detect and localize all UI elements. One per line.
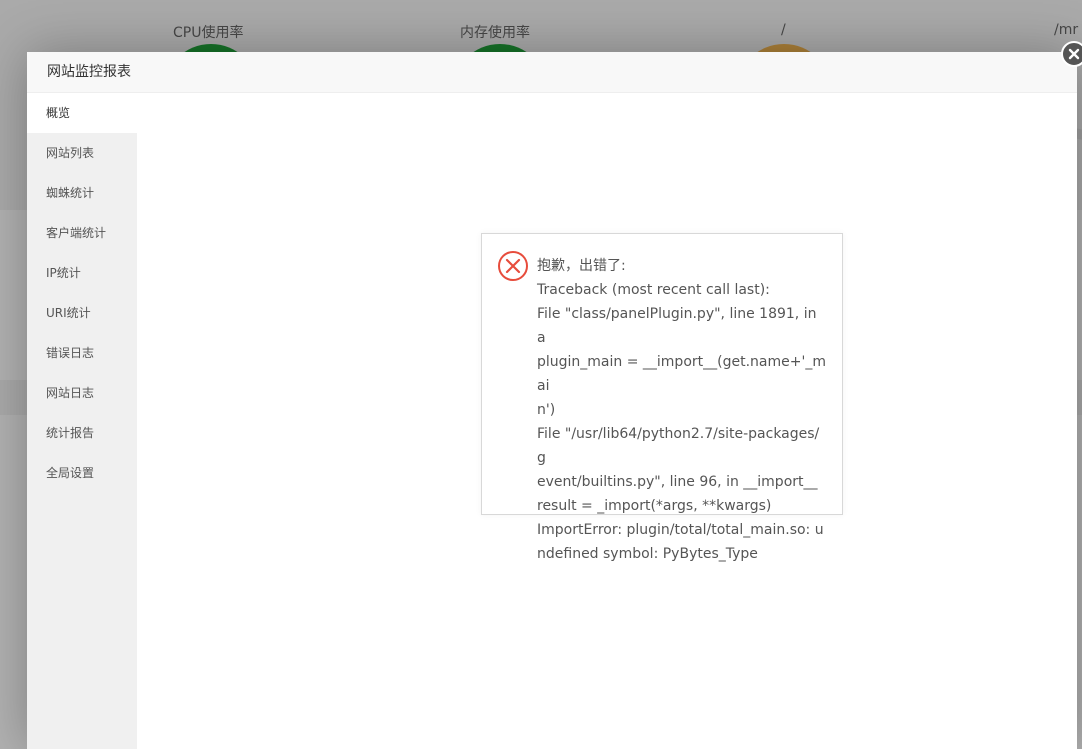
sidebar-item-error-log[interactable]: 错误日志: [27, 333, 137, 373]
close-button[interactable]: [1061, 41, 1082, 67]
modal-title: 网站监控报表: [27, 52, 1077, 93]
error-trace-line: plugin_main = __import__(get.name+'_mai: [537, 354, 826, 394]
error-trace-line: event/builtins.py", line 96, in __import…: [537, 474, 818, 490]
sidebar-item-stats-report[interactable]: 统计报告: [27, 413, 137, 453]
sidebar-item-ip-stats[interactable]: IP统计: [27, 253, 137, 293]
error-message-box: 抱歉，出错了: Traceback (most recent call last…: [481, 233, 843, 562]
error-trace-line: ImportError: plugin/total/total_main.so:…: [537, 522, 824, 538]
sidebar-item-site-list[interactable]: 网站列表: [27, 133, 137, 173]
error-trace-line: Traceback (most recent call last):: [537, 282, 770, 298]
sidebar-item-uri-stats[interactable]: URI统计: [27, 293, 137, 333]
error-circle-x-icon: [498, 251, 528, 281]
modal-content: 抱歉，出错了: Traceback (most recent call last…: [137, 93, 1077, 749]
sidebar-item-site-log[interactable]: 网站日志: [27, 373, 137, 413]
error-trace-line: File "class/panelPlugin.py", line 1891, …: [537, 306, 817, 346]
site-monitor-report-modal: 网站监控报表 概览 网站列表 蜘蛛统计 客户端统计 IP统计 URI统计 错误日…: [27, 52, 1077, 749]
error-trace-line: ndefined symbol: PyBytes_Type: [537, 546, 758, 562]
close-icon: [1068, 48, 1080, 60]
sidebar-item-global-settings[interactable]: 全局设置: [27, 453, 137, 493]
sidebar-item-spider-stats[interactable]: 蜘蛛统计: [27, 173, 137, 213]
error-message-text: 抱歉，出错了: Traceback (most recent call last…: [537, 254, 827, 566]
sidebar-item-overview[interactable]: 概览: [27, 93, 137, 133]
error-trace-line: n'): [537, 402, 556, 418]
sidebar-item-client-stats[interactable]: 客户端统计: [27, 213, 137, 253]
error-trace-line: result = _import(*args, **kwargs): [537, 498, 772, 514]
error-trace-line: File "/usr/lib64/python2.7/site-packages…: [537, 426, 820, 466]
modal-sidebar: 概览 网站列表 蜘蛛统计 客户端统计 IP统计 URI统计 错误日志 网站日志 …: [27, 93, 137, 749]
error-heading: 抱歉，出错了:: [537, 258, 626, 274]
